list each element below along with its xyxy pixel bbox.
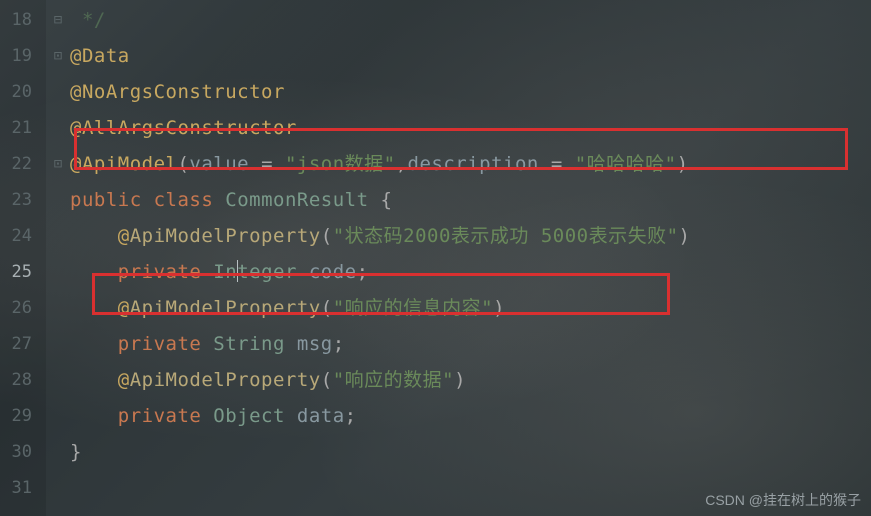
annotation-at: @ xyxy=(70,81,82,103)
annotation-apimodelproperty: ApiModelProperty xyxy=(130,369,321,391)
semicolon: ; xyxy=(345,405,357,427)
code-line: private String msg; xyxy=(70,326,871,362)
annotation-at: @ xyxy=(70,117,82,139)
code-line: public class CommonResult { xyxy=(70,182,871,218)
fold-mark xyxy=(46,182,70,218)
comma: , xyxy=(396,153,408,175)
fold-mark xyxy=(46,326,70,362)
fold-mark-icon[interactable]: ⊡ xyxy=(46,146,70,182)
semicolon: ; xyxy=(333,333,345,355)
line-number: 31 xyxy=(0,470,46,506)
fold-mark xyxy=(46,398,70,434)
op-equals: = xyxy=(539,153,575,175)
line-number: 28 xyxy=(0,362,46,398)
type-object: Object xyxy=(213,405,285,427)
op-equals: = xyxy=(249,153,285,175)
annotation-at: @ xyxy=(118,369,130,391)
line-number: 26 xyxy=(0,290,46,326)
brace-open: { xyxy=(380,189,392,211)
keyword-class: class xyxy=(154,189,214,211)
line-number: 29 xyxy=(0,398,46,434)
annotation-noargs: NoArgsConstructor xyxy=(82,81,285,103)
paren-open: ( xyxy=(321,297,333,319)
line-number: 22 xyxy=(0,146,46,182)
paren-close: ) xyxy=(493,297,505,319)
code-line: @AllArgsConstructor xyxy=(70,110,871,146)
param-value: value xyxy=(189,153,249,175)
fold-mark xyxy=(46,290,70,326)
annotation-at: @ xyxy=(70,153,82,175)
annotation-at: @ xyxy=(118,297,130,319)
annotation-apimodel: ApiModel xyxy=(82,153,178,175)
code-line: */ xyxy=(70,2,871,38)
text-caret xyxy=(237,260,238,282)
line-number-current: 25 xyxy=(0,254,46,290)
line-number: 27 xyxy=(0,326,46,362)
annotation-data: Data xyxy=(82,45,130,67)
code-line: @ApiModelProperty("响应的信息内容") xyxy=(70,290,871,326)
string-literal: "响应的数据" xyxy=(333,369,454,391)
annotation-apimodelproperty: ApiModelProperty xyxy=(130,297,321,319)
code-editor[interactable]: 18 19 20 21 22 23 24 25 26 27 28 29 30 3… xyxy=(0,0,871,516)
fold-mark xyxy=(46,74,70,110)
line-number: 24 xyxy=(0,218,46,254)
paren-close: ) xyxy=(679,225,691,247)
keyword-private: private xyxy=(118,333,202,355)
keyword-public: public xyxy=(70,189,142,211)
line-number: 19 xyxy=(0,38,46,74)
code-line: @Data xyxy=(70,38,871,74)
identifier-code: code xyxy=(309,261,357,283)
annotation-apimodelproperty: ApiModelProperty xyxy=(130,225,321,247)
line-number: 18 xyxy=(0,2,46,38)
code-line: private Object data; xyxy=(70,398,871,434)
code-line: @ApiModelProperty("状态码2000表示成功 5000表示失败"… xyxy=(70,218,871,254)
string-literal: "哈哈哈哈" xyxy=(575,153,677,175)
string-literal: "响应的信息内容" xyxy=(333,297,493,319)
line-number-gutter: 18 19 20 21 22 23 24 25 26 27 28 29 30 3… xyxy=(0,0,46,516)
keyword-private: private xyxy=(118,261,202,283)
param-description: description xyxy=(408,153,539,175)
annotation-at: @ xyxy=(118,225,130,247)
fold-minus-icon[interactable]: ⊟ xyxy=(46,2,70,38)
identifier-msg: msg xyxy=(297,333,333,355)
type-integer: teger xyxy=(237,261,297,283)
code-line: } xyxy=(70,434,871,470)
code-line-current: private Integer code; xyxy=(70,254,871,290)
comment-end: */ xyxy=(82,9,106,31)
watermark-text: CSDN @挂在树上的猴子 xyxy=(705,490,861,510)
code-content[interactable]: */ @Data @NoArgsConstructor @AllArgsCons… xyxy=(70,0,871,516)
fold-mark-icon[interactable]: ⊡ xyxy=(46,38,70,74)
brace-close: } xyxy=(70,441,82,463)
paren-close: ) xyxy=(677,153,689,175)
class-name: CommonResult xyxy=(225,189,368,211)
fold-mark xyxy=(46,362,70,398)
paren-open: ( xyxy=(177,153,189,175)
keyword-private: private xyxy=(118,405,202,427)
code-line: @NoArgsConstructor xyxy=(70,74,871,110)
fold-mark xyxy=(46,254,70,290)
fold-mark xyxy=(46,110,70,146)
type-string: String xyxy=(213,333,285,355)
semicolon: ; xyxy=(357,261,369,283)
identifier-data: data xyxy=(297,405,345,427)
line-number: 20 xyxy=(0,74,46,110)
fold-mark xyxy=(46,470,70,506)
string-literal: "json数据" xyxy=(285,153,396,175)
line-number: 23 xyxy=(0,182,46,218)
line-number: 30 xyxy=(0,434,46,470)
code-line: @ApiModelProperty("响应的数据") xyxy=(70,362,871,398)
annotation-at: @ xyxy=(70,45,82,67)
type-integer: In xyxy=(213,261,237,283)
fold-gutter: ⊟ ⊡ ⊡ xyxy=(46,0,70,516)
line-number: 21 xyxy=(0,110,46,146)
string-literal: "状态码2000表示成功 5000表示失败" xyxy=(333,225,679,247)
fold-mark xyxy=(46,218,70,254)
paren-close: ) xyxy=(454,369,466,391)
paren-open: ( xyxy=(321,369,333,391)
code-line: @ApiModel(value = "json数据",description =… xyxy=(70,146,871,182)
fold-mark xyxy=(46,434,70,470)
paren-open: ( xyxy=(321,225,333,247)
annotation-allargs: AllArgsConstructor xyxy=(82,117,297,139)
